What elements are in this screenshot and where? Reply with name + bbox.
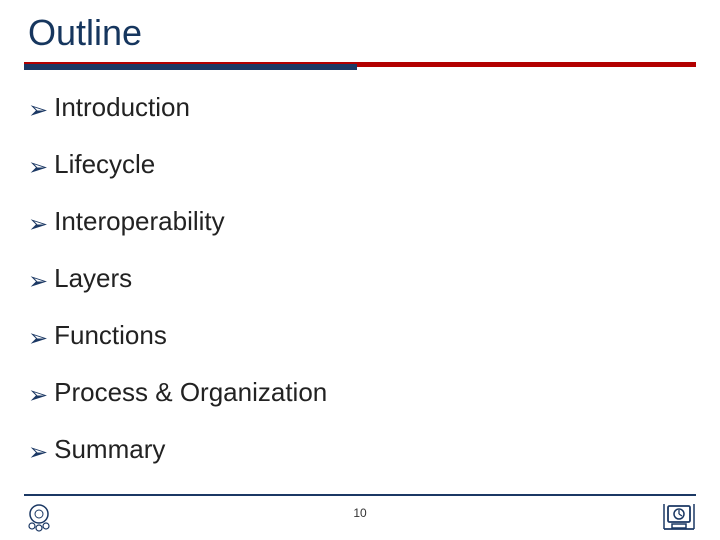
page-title: Outline [0,0,720,62]
logo-right-icon [662,502,696,532]
arrow-bullet-icon: ➢ [28,156,48,180]
logo-left-icon [24,502,54,532]
bullet-label: Introduction [54,92,190,123]
bullet-list: ➢ Introduction ➢ Lifecycle ➢ Interoperab… [0,74,720,465]
arrow-bullet-icon: ➢ [28,327,48,351]
bullet-label: Interoperability [54,206,225,237]
list-item: ➢ Summary [28,434,720,465]
list-item: ➢ Interoperability [28,206,720,237]
bullet-label: Functions [54,320,167,351]
bullet-label: Process & Organization [54,377,327,408]
footer-rule [24,494,696,496]
list-item: ➢ Lifecycle [28,149,720,180]
page-number: 10 [0,506,720,520]
bullet-label: Layers [54,263,132,294]
arrow-bullet-icon: ➢ [28,270,48,294]
list-item: ➢ Layers [28,263,720,294]
arrow-bullet-icon: ➢ [28,441,48,465]
list-item: ➢ Introduction [28,92,720,123]
list-item: ➢ Functions [28,320,720,351]
arrow-bullet-icon: ➢ [28,384,48,408]
bullet-label: Summary [54,434,165,465]
bullet-label: Lifecycle [54,149,155,180]
arrow-bullet-icon: ➢ [28,213,48,237]
rule-navy [24,64,357,70]
title-rule [24,62,696,70]
arrow-bullet-icon: ➢ [28,99,48,123]
slide: Outline ➢ Introduction ➢ Lifecycle ➢ Int… [0,0,720,540]
list-item: ➢ Process & Organization [28,377,720,408]
